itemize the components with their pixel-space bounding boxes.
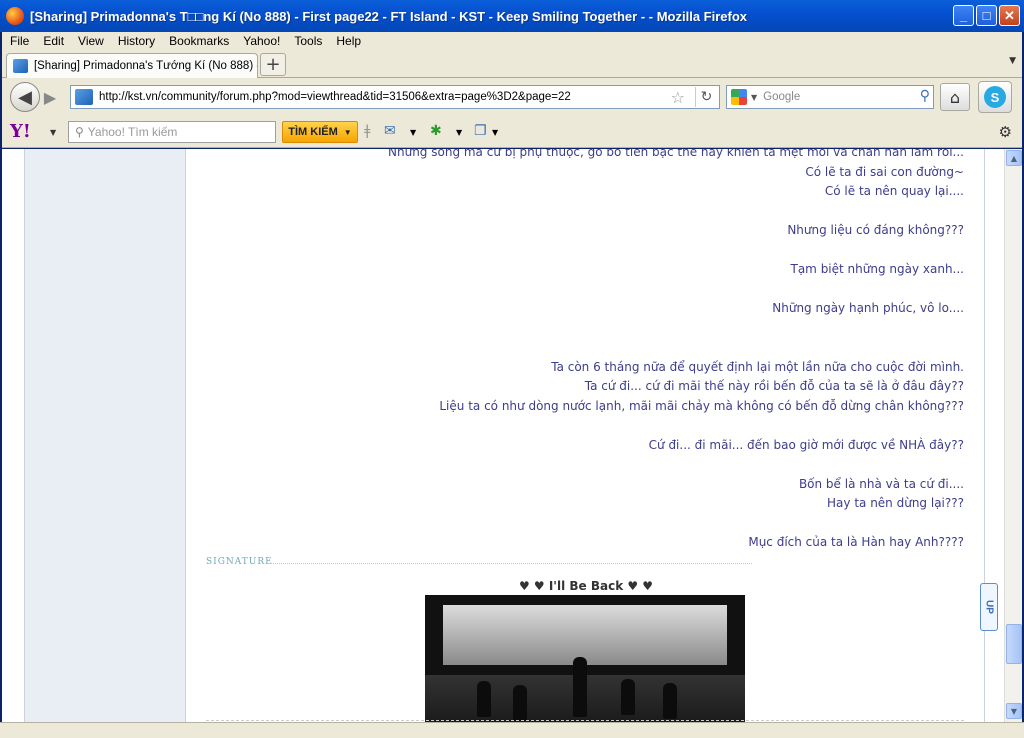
yahoo-search-button[interactable]: TÌM KIẾM ▼ bbox=[282, 121, 358, 143]
post-right-border bbox=[984, 149, 985, 722]
signature-image bbox=[425, 595, 745, 722]
post-body: Những sống mà cứ bị phụ thuộc, gò bó tiề… bbox=[202, 149, 964, 553]
dancer-figure bbox=[663, 683, 677, 719]
post-text-line: Có lẽ ta đi sai con đường~ bbox=[805, 164, 964, 179]
yahoo-toolbar: Y! ▼ ⚲ Yahoo! Tìm kiếm TÌM KIẾM ▼ ǂ ✉ ▼ … bbox=[2, 116, 1022, 148]
window-title: [Sharing] Primadonna's T□□ng Kí (No 888)… bbox=[30, 8, 748, 24]
page-viewport: Những sống mà cứ bị phụ thuộc, gò bó tiề… bbox=[2, 149, 1022, 722]
skype-button[interactable]: S bbox=[978, 81, 1012, 113]
post-text-line: Tạm biệt những ngày xanh... bbox=[790, 262, 965, 276]
post-author-column bbox=[24, 149, 186, 722]
menu-bar: File Edit View History Bookmarks Yahoo! … bbox=[2, 32, 1022, 50]
dancer-figure bbox=[477, 681, 491, 717]
post-text-line: Liệu ta có như dòng nước lạnh, mãi mãi c… bbox=[439, 398, 964, 413]
maximize-button[interactable]: □ bbox=[976, 5, 997, 26]
yahoo-search-placeholder[interactable]: Yahoo! Tìm kiếm bbox=[88, 125, 178, 139]
forward-button[interactable]: ▶ bbox=[40, 87, 60, 107]
scroll-down-arrow-icon[interactable]: ▼ bbox=[1006, 703, 1022, 719]
post-text-line: Ta còn 6 tháng nữa để quyết định lại một… bbox=[551, 359, 964, 374]
window-bottom-frame bbox=[0, 722, 1024, 738]
post-text-line: Những sống mà cứ bị phụ thuộc, gò bó tiề… bbox=[388, 149, 964, 159]
menu-history[interactable]: History bbox=[118, 34, 155, 48]
clipboard-icon[interactable]: ❐ bbox=[474, 123, 487, 139]
stage-light bbox=[443, 605, 727, 665]
post-text-line: Những ngày hạnh phúc, vô lo.... bbox=[772, 301, 964, 315]
yahoo-search-button-label: TÌM KIẾM bbox=[288, 126, 338, 138]
tab-list-arrow-icon[interactable]: ▼ bbox=[1009, 56, 1016, 66]
scroll-up-arrow-icon[interactable]: ▲ bbox=[1006, 150, 1022, 166]
signature-label: SIGNATURE bbox=[206, 557, 273, 567]
post-bottom-divider bbox=[206, 720, 964, 721]
minimize-button[interactable]: _ bbox=[953, 5, 974, 26]
menu-file[interactable]: File bbox=[10, 34, 29, 48]
site-favicon-icon bbox=[13, 59, 28, 73]
signature-divider bbox=[270, 563, 752, 564]
mail-dropdown-icon[interactable]: ▼ bbox=[410, 128, 416, 137]
bookmark-star-icon[interactable]: ☆ bbox=[671, 88, 685, 107]
close-button[interactable]: ✕ bbox=[999, 5, 1020, 26]
post-text-line: Bốn bể là nhà và ta cứ đi.... bbox=[798, 476, 964, 491]
post-text-line: Hay ta nên dừng lại??? bbox=[827, 496, 964, 510]
search-icon: ⚲ bbox=[75, 125, 84, 139]
widget-dropdown-icon[interactable]: ▼ bbox=[456, 128, 462, 137]
window-title-bar: [Sharing] Primadonna's T□□ng Kí (No 888)… bbox=[0, 0, 1024, 32]
search-engine-dropdown-icon[interactable]: ▼ bbox=[751, 93, 757, 102]
skype-icon: S bbox=[984, 86, 1006, 108]
post-text-line: Có lẽ ta nên quay lại.... bbox=[824, 184, 964, 198]
navigation-bar: ◀ ▶ http://kst.vn/community/forum.php?mo… bbox=[2, 78, 1022, 116]
home-button[interactable]: ⌂ bbox=[940, 83, 970, 111]
yahoo-search-input[interactable]: ⚲ Yahoo! Tìm kiếm bbox=[68, 121, 276, 143]
chevron-down-icon: ▼ bbox=[343, 127, 352, 137]
mail-icon[interactable]: ✉ bbox=[384, 123, 396, 139]
widget-icon[interactable]: ✱ bbox=[430, 123, 442, 139]
menu-tools[interactable]: Tools bbox=[294, 34, 322, 48]
menu-edit[interactable]: Edit bbox=[43, 34, 64, 48]
menu-yahoo[interactable]: Yahoo! bbox=[243, 34, 280, 48]
signature-title: ♥ ♥ I'll Be Back ♥ ♥ bbox=[518, 579, 654, 593]
vertical-scrollbar[interactable]: ▲ ▼ bbox=[1004, 149, 1022, 722]
dancer-figure bbox=[573, 657, 587, 717]
post-text-line: Ta cứ đi... cứ đi mãi thế này rồi bến đỗ… bbox=[584, 379, 964, 393]
site-favicon-icon bbox=[75, 89, 93, 105]
tab-label: [Sharing] Primadonna's Tướng Kí (No 888)… bbox=[33, 60, 257, 72]
new-tab-button[interactable]: + bbox=[260, 53, 286, 76]
search-placeholder[interactable]: Google bbox=[763, 91, 800, 103]
google-icon[interactable] bbox=[731, 89, 747, 105]
toolbar-separator-icon: ǂ bbox=[364, 123, 371, 139]
gear-icon[interactable]: ⚙ bbox=[999, 123, 1012, 141]
tab-active[interactable]: [Sharing] Primadonna's Tướng Kí (No 888)… bbox=[6, 53, 258, 78]
clipboard-dropdown-icon[interactable]: ▼ bbox=[492, 128, 498, 137]
menu-help[interactable]: Help bbox=[336, 34, 361, 48]
tab-strip: [Sharing] Primadonna's Tướng Kí (No 888)… bbox=[2, 50, 1022, 78]
post-text-line: Mục đích của ta là Hàn hay Anh???? bbox=[748, 535, 964, 549]
menu-view[interactable]: View bbox=[78, 34, 104, 48]
dancer-figure bbox=[621, 679, 635, 715]
yahoo-menu-dropdown-icon[interactable]: ▼ bbox=[50, 128, 56, 137]
scroll-up-button[interactable]: UP bbox=[980, 583, 998, 631]
url-bar[interactable]: http://kst.vn/community/forum.php?mod=vi… bbox=[70, 85, 720, 109]
menu-bookmarks[interactable]: Bookmarks bbox=[169, 34, 229, 48]
scrollbar-thumb[interactable] bbox=[1006, 624, 1022, 664]
web-search-box[interactable]: ▼ Google ⚲ bbox=[726, 85, 934, 109]
post-text-line: Cứ đi... đi mãi... đến bao giờ mới được … bbox=[648, 437, 964, 452]
search-icon[interactable]: ⚲ bbox=[920, 88, 930, 104]
reload-icon[interactable]: ↻ bbox=[695, 87, 717, 107]
post-text-line: Nhưng liệu có đáng không??? bbox=[787, 223, 964, 237]
yahoo-logo[interactable]: Y! bbox=[10, 121, 31, 142]
url-text[interactable]: http://kst.vn/community/forum.php?mod=vi… bbox=[99, 91, 571, 103]
firefox-icon bbox=[6, 7, 24, 25]
dancer-figure bbox=[513, 685, 527, 721]
back-button[interactable]: ◀ bbox=[10, 82, 40, 112]
